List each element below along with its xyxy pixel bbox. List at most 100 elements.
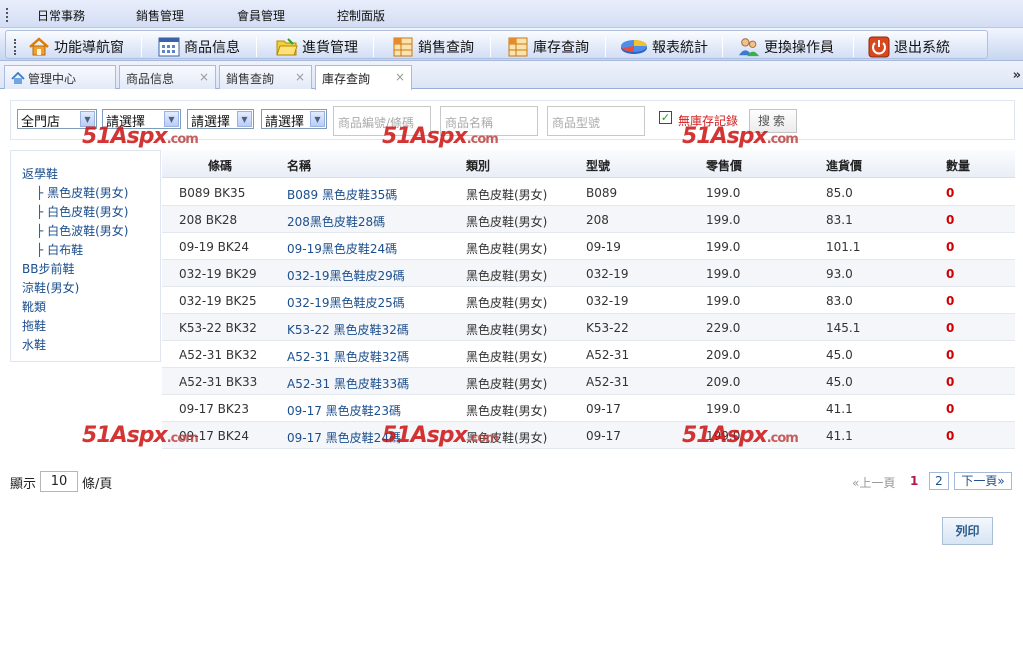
menu-members[interactable]: 會員管理 (237, 7, 285, 24)
tab-product-info[interactable]: 商品信息 × (119, 65, 216, 89)
cell-name[interactable]: K53-22 黑色皮鞋32碼 (287, 321, 409, 338)
product-name-input[interactable]: 商品名稱 (440, 106, 538, 136)
close-icon[interactable]: × (395, 70, 405, 84)
tree-item-label: 白色波鞋(男女) (47, 224, 129, 238)
tree-item[interactable]: 靴類 (22, 298, 46, 315)
prev-page-link[interactable]: «上一頁 (852, 474, 895, 491)
column-header-category[interactable]: 類別 (466, 157, 490, 174)
toolbar-inner: 功能導航窗 商品信息 進貨管理 銷售查詢 庫存查詢 報表統計 更換操作員 退出系… (5, 30, 988, 59)
tree-branch-glyph: ├ (36, 243, 44, 257)
column-header-name[interactable]: 名稱 (287, 157, 311, 174)
tab-label: 商品信息 (126, 72, 175, 86)
close-icon[interactable]: × (295, 70, 305, 84)
cell-model: A52-31 (586, 375, 630, 389)
menu-sales[interactable]: 銷售管理 (136, 7, 184, 24)
page-size-input[interactable]: 10 (40, 471, 78, 492)
table-row[interactable]: 032-19 BK29 032-19黑色鞋皮29碼 黑色皮鞋(男女) 032-19 19… (162, 260, 1015, 287)
menu-control-panel[interactable]: 控制面版 (337, 7, 385, 24)
table-row[interactable]: 09-17 BK23 09-17 黑色皮鞋23碼 黑色皮鞋(男女) 09-17 199.… (162, 395, 1015, 422)
cell-retail-price: 199.0 (706, 240, 741, 254)
cell-name[interactable]: 09-17 黑色皮鞋23碼 (287, 402, 401, 419)
cell-model: 09-17 (586, 402, 621, 416)
table-icon (392, 36, 414, 58)
tree-item[interactable]: ├ 白布鞋 (36, 241, 83, 258)
tree-item[interactable]: 涼鞋(男女) (22, 279, 79, 296)
nav-window-button[interactable]: 功能導航窗 (28, 34, 124, 60)
column-header-quantity[interactable]: 數量 (946, 157, 970, 174)
tree-branch-glyph: ├ (36, 205, 44, 219)
column-header-retail-price[interactable]: 零售價 (706, 157, 742, 174)
users-icon (738, 36, 760, 58)
cell-name[interactable]: A52-31 黑色皮鞋33碼 (287, 375, 409, 392)
menu-daily[interactable]: 日常事務 (37, 7, 85, 24)
category-select-1[interactable]: 請選擇 ▼ (102, 109, 181, 130)
tree-item-label: 黑色皮鞋(男女) (47, 186, 129, 200)
stock-query-button[interactable]: 庫存查詢 (507, 34, 589, 60)
table-row[interactable]: B089 BK35 B089 黑色皮鞋35碼 黑色皮鞋(男女) B089 199.0 85… (162, 179, 1015, 206)
reports-button[interactable]: 報表統計 (620, 34, 708, 60)
reports-label: 報表統計 (652, 40, 708, 56)
cell-name[interactable]: 032-19黑色鞋皮25碼 (287, 294, 405, 311)
tree-item[interactable]: ├ 黑色皮鞋(男女) (36, 184, 128, 201)
cell-name[interactable]: 032-19黑色鞋皮29碼 (287, 267, 405, 284)
no-stock-checkbox[interactable]: ✓ (659, 111, 672, 124)
table-row[interactable]: 208 BK28 208黑色皮鞋28碼 黑色皮鞋(男女) 208 199.0 83.1 0 (162, 206, 1015, 233)
category-select-3[interactable]: 請選擇 ▼ (261, 109, 327, 130)
current-page: 1 (910, 474, 919, 488)
cell-name[interactable]: 208黑色皮鞋28碼 (287, 213, 385, 230)
cell-name[interactable]: B089 黑色皮鞋35碼 (287, 186, 397, 203)
cell-model: A52-31 (586, 348, 630, 362)
cell-retail-price: 199.0 (706, 402, 741, 416)
cell-category: 黑色皮鞋(男女) (466, 269, 548, 283)
cell-name[interactable]: 09-19黑色皮鞋24碼 (287, 240, 397, 257)
print-button[interactable]: 列印 (942, 517, 993, 545)
tree-item[interactable]: 水鞋 (22, 336, 46, 353)
tab-label: 銷售查詢 (226, 72, 275, 86)
cell-name[interactable]: 09-17 黑色皮鞋24碼 (287, 429, 401, 446)
page-2-link[interactable]: 2 (929, 472, 949, 490)
column-header-cost-price[interactable]: 進貨價 (826, 157, 862, 174)
cell-category: 黑色皮鞋(男女) (466, 323, 548, 337)
column-header-barcode[interactable]: 條碼 (208, 157, 232, 174)
product-model-input[interactable]: 商品型號 (547, 106, 645, 136)
cell-barcode: K53-22 BK32 (179, 321, 257, 335)
toolbar-separator (853, 37, 854, 57)
tree-item[interactable]: ├ 白色皮鞋(男女) (36, 203, 128, 220)
tab-scroll-icon[interactable]: » (1013, 68, 1021, 83)
main-menubar: 日常事務 銷售管理 會員管理 控制面版 (0, 0, 1023, 28)
home-icon (11, 71, 25, 88)
tree-item[interactable]: ├ 白色波鞋(男女) (36, 222, 128, 239)
switch-operator-button[interactable]: 更換操作員 (738, 34, 834, 60)
exit-button[interactable]: 退出系統 (868, 34, 950, 60)
sales-query-button[interactable]: 銷售查詢 (392, 34, 474, 60)
home-icon (28, 36, 50, 58)
select-value: 請選擇 (191, 115, 231, 130)
cell-barcode: 09-17 BK24 (179, 429, 250, 443)
tree-item[interactable]: BB步前鞋 (22, 260, 74, 277)
tab-stock-query[interactable]: 庫存查詢 × (315, 65, 412, 90)
store-select[interactable]: 全門店 ▼ (17, 109, 97, 130)
filter-bar: 全門店 ▼ 請選擇 ▼ 請選擇 ▼ 請選擇 ▼ 商品編號/條碼 商品名稱 商品型… (10, 100, 1015, 140)
tree-item[interactable]: 返學鞋 (22, 165, 58, 182)
table-row[interactable]: 032-19 BK25 032-19黑色鞋皮25碼 黑色皮鞋(男女) 032-19 19… (162, 287, 1015, 314)
select-value: 請選擇 (106, 115, 146, 130)
purchase-button[interactable]: 進貨管理 (276, 34, 358, 60)
product-info-button[interactable]: 商品信息 (158, 34, 240, 60)
table-row[interactable]: A52-31 BK33 A52-31 黑色皮鞋33碼 黑色皮鞋(男女) A52-31 2… (162, 368, 1015, 395)
next-page-link[interactable]: 下一頁» (954, 472, 1012, 490)
tree-item[interactable]: 拖鞋 (22, 317, 46, 334)
table-row[interactable]: 09-17 BK24 09-17 黑色皮鞋24碼 黑色皮鞋(男女) 09-17 199.… (162, 422, 1015, 449)
cell-quantity: 0 (946, 348, 955, 362)
table-row[interactable]: 09-19 BK24 09-19黑色皮鞋24碼 黑色皮鞋(男女) 09-19 199.0… (162, 233, 1015, 260)
tab-admin-center[interactable]: 管理中心 (4, 65, 116, 89)
column-header-model[interactable]: 型號 (586, 157, 610, 174)
table-row[interactable]: A52-31 BK32 A52-31 黑色皮鞋32碼 黑色皮鞋(男女) A52-31 2… (162, 341, 1015, 368)
cell-model: 032-19 (586, 267, 629, 281)
tab-sales-query[interactable]: 銷售查詢 × (219, 65, 312, 89)
table-row[interactable]: K53-22 BK32 K53-22 黑色皮鞋32碼 黑色皮鞋(男女) K53-22 2… (162, 314, 1015, 341)
cell-name[interactable]: A52-31 黑色皮鞋32碼 (287, 348, 409, 365)
category-select-2[interactable]: 請選擇 ▼ (187, 109, 254, 130)
close-icon[interactable]: × (199, 70, 209, 84)
product-code-input[interactable]: 商品編號/條碼 (333, 106, 431, 136)
search-button[interactable]: 搜索 (749, 109, 797, 133)
